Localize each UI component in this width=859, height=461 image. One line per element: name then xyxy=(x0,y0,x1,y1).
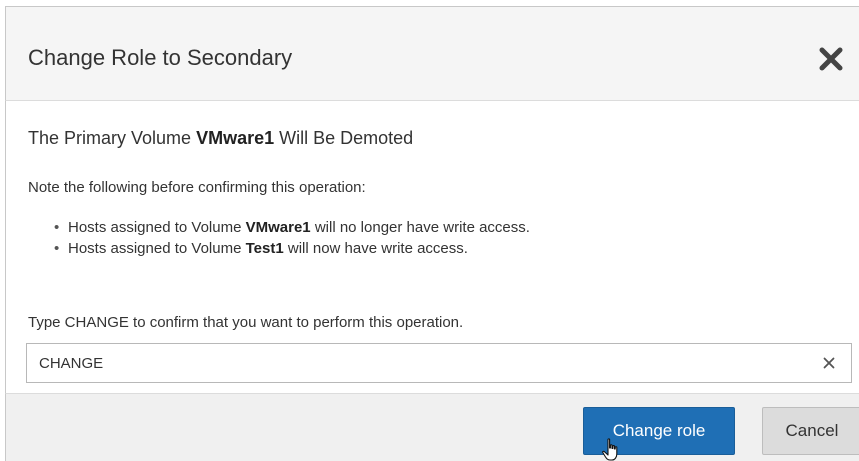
list-item: Hosts assigned to Volume Test1 will now … xyxy=(54,238,530,259)
dialog-title: Change Role to Secondary xyxy=(28,45,293,70)
consequence-list: Hosts assigned to Volume VMware1 will no… xyxy=(54,217,530,259)
change-role-button[interactable]: Change role xyxy=(583,407,735,455)
bullet-suffix: will now have write access. xyxy=(287,240,468,257)
bullet-volume-name: Test1 xyxy=(245,240,284,257)
confirm-input[interactable] xyxy=(27,344,807,382)
close-icon[interactable] xyxy=(817,45,845,73)
subtitle-prefix: The Primary Volume xyxy=(28,128,192,148)
dialog-header: Change Role to Secondary xyxy=(5,6,859,101)
note-text: Note the following before confirming thi… xyxy=(28,179,366,196)
dialog-body: The Primary Volume VMware1 Will Be Demot… xyxy=(5,101,859,393)
confirm-label: Type CHANGE to confirm that you want to … xyxy=(28,314,464,331)
list-item: Hosts assigned to Volume VMware1 will no… xyxy=(54,217,530,238)
confirm-input-wrapper xyxy=(26,343,852,383)
bullet-suffix: will no longer have write access. xyxy=(314,219,530,236)
subtitle-suffix: Will Be Demoted xyxy=(279,128,414,148)
cancel-button[interactable]: Cancel xyxy=(762,407,859,455)
change-role-dialog: Change Role to Secondary The Primary Vol… xyxy=(0,0,859,461)
dialog-footer: Change role Cancel xyxy=(5,393,859,461)
bullet-prefix: Hosts assigned to Volume xyxy=(68,240,242,257)
bullet-prefix: Hosts assigned to Volume xyxy=(68,219,242,236)
demotion-subtitle: The Primary Volume VMware1 Will Be Demot… xyxy=(28,128,413,149)
bullet-volume-name: VMware1 xyxy=(245,219,311,236)
clear-icon[interactable] xyxy=(821,355,837,371)
subtitle-volume-name: VMware1 xyxy=(196,128,275,148)
